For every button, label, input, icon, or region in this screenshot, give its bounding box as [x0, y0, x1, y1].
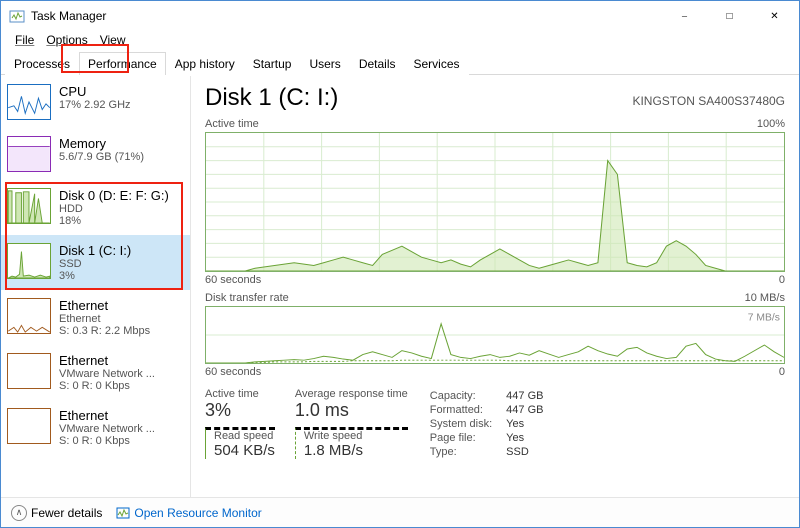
stat-read-label: Read speed [214, 430, 275, 442]
resource-monitor-icon [116, 506, 130, 520]
graph2-max: 10 MB/s [745, 292, 785, 304]
stat-read-value: 504 KB/s [214, 442, 275, 459]
disk-thumb-icon [7, 243, 51, 279]
content: CPU 17% 2.92 GHz Memory 5.6/7.9 GB (71%)… [1, 76, 799, 497]
sidebar-item-memory[interactable]: Memory 5.6/7.9 GB (71%) [1, 128, 190, 180]
graph1-max: 100% [757, 118, 785, 130]
window-controls: – □ ✕ [662, 2, 797, 30]
memory-thumb-icon [7, 136, 51, 172]
menubar: File Options View [1, 31, 799, 51]
fewer-details-button[interactable]: ∧ Fewer details [11, 505, 102, 521]
window-title: Task Manager [31, 9, 662, 23]
transfer-rate-graph[interactable]: 7 MB/s [205, 306, 785, 364]
sidebar-item-ethernet-2[interactable]: Ethernet VMware Network ... S: 0 R: 0 Kb… [1, 400, 190, 455]
sidebar-item-label: Disk 1 (C: I:) SSD 3% [59, 243, 131, 282]
sidebar-item-label: Memory 5.6/7.9 GB (71%) [59, 136, 144, 163]
tab-services[interactable]: Services [405, 52, 469, 75]
open-resource-monitor-link[interactable]: Open Resource Monitor [116, 506, 261, 520]
tab-performance[interactable]: Performance [79, 52, 166, 75]
stat-active-time-label: Active time [205, 388, 275, 400]
sidebar-item-disk0[interactable]: Disk 0 (D: E: F: G:) HDD 18% [1, 180, 190, 235]
stat-write-value: 1.8 MB/s [304, 442, 408, 459]
cpu-thumb-icon [7, 84, 51, 120]
sidebar-item-label: Ethernet VMware Network ... S: 0 R: 0 Kb… [59, 353, 155, 392]
ethernet-thumb-icon [7, 408, 51, 444]
sidebar-item-disk1[interactable]: Disk 1 (C: I:) SSD 3% [1, 235, 190, 290]
graph2-mark: 7 MB/s [748, 313, 780, 324]
ethernet-thumb-icon [7, 298, 51, 334]
stat-avg-resp-label: Average response time [295, 388, 408, 400]
menu-file[interactable]: File [9, 31, 40, 51]
stat-active-time-value: 3% [205, 400, 275, 421]
titlebar: Task Manager – □ ✕ [1, 1, 799, 31]
chevron-up-icon: ∧ [11, 505, 27, 521]
close-button[interactable]: ✕ [752, 2, 797, 30]
stats-row: Active time 3% Read speed 504 KB/s Avera… [205, 388, 785, 465]
tab-app-history[interactable]: App history [166, 52, 244, 75]
sidebar-item-ethernet-0[interactable]: Ethernet Ethernet S: 0.3 R: 2.2 Mbps [1, 290, 190, 345]
tabstrip: Processes Performance App history Startu… [1, 51, 799, 75]
stat-avg-resp-value: 1.0 ms [295, 400, 408, 421]
sidebar-item-label: Disk 0 (D: E: F: G:) HDD 18% [59, 188, 169, 227]
minimize-button[interactable]: – [662, 2, 707, 30]
tab-details[interactable]: Details [350, 52, 405, 75]
page-title: Disk 1 (C: I:) [205, 84, 338, 112]
disk-info-table: Capacity:447 GB Formatted:447 GB System … [428, 388, 546, 460]
graph1-label: Active time [205, 118, 259, 130]
graph1-xright: 0 [779, 274, 785, 286]
task-manager-icon [9, 8, 25, 24]
tab-startup[interactable]: Startup [244, 52, 301, 75]
tab-users[interactable]: Users [300, 52, 349, 75]
performance-main: Disk 1 (C: I:) KINGSTON SA400S37480G Act… [191, 76, 799, 497]
active-time-graph[interactable] [205, 132, 785, 272]
sidebar-item-label: Ethernet Ethernet S: 0.3 R: 2.2 Mbps [59, 298, 150, 337]
menu-options[interactable]: Options [40, 31, 93, 51]
ethernet-thumb-icon [7, 353, 51, 389]
sidebar-item-label: CPU 17% 2.92 GHz [59, 84, 131, 111]
disk-model: KINGSTON SA400S37480G [632, 94, 785, 108]
maximize-button[interactable]: □ [707, 2, 752, 30]
graph2-xright: 0 [779, 366, 785, 378]
disk-thumb-icon [7, 188, 51, 224]
graph2-label: Disk transfer rate [205, 292, 289, 304]
sidebar-item-label: Ethernet VMware Network ... S: 0 R: 0 Kb… [59, 408, 155, 447]
graph2-xleft: 60 seconds [205, 366, 261, 378]
menu-view[interactable]: View [94, 31, 132, 51]
tab-processes[interactable]: Processes [5, 52, 79, 75]
graph1-xleft: 60 seconds [205, 274, 261, 286]
stat-write-label: Write speed [304, 430, 408, 442]
performance-sidebar: CPU 17% 2.92 GHz Memory 5.6/7.9 GB (71%)… [1, 76, 191, 497]
footer: ∧ Fewer details Open Resource Monitor [1, 497, 799, 527]
sidebar-item-cpu[interactable]: CPU 17% 2.92 GHz [1, 76, 190, 128]
sidebar-item-ethernet-1[interactable]: Ethernet VMware Network ... S: 0 R: 0 Kb… [1, 345, 190, 400]
